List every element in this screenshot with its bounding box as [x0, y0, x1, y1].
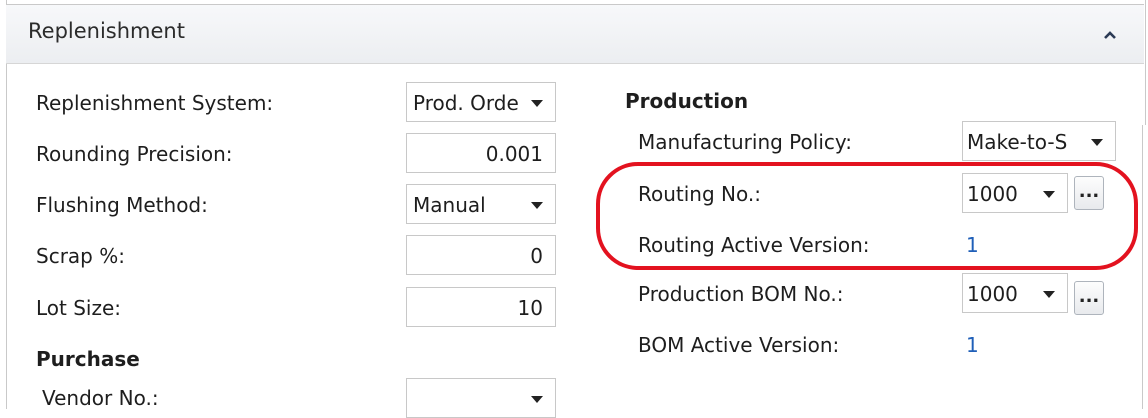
replenishment-system-select[interactable]: Prod. Orde [406, 82, 556, 122]
production-bom-no-value: 1000 [967, 282, 1018, 306]
rounding-precision-label: Rounding Precision: [36, 142, 233, 166]
chevron-down-icon [531, 396, 543, 403]
flushing-method-value: Manual [413, 193, 486, 217]
scrap-field[interactable]: 0 [406, 235, 556, 275]
chevron-down-icon [531, 202, 543, 209]
chevron-down-icon [531, 100, 543, 107]
replenishment-system-label: Replenishment System: [36, 91, 274, 115]
lot-size-value: 10 [517, 296, 543, 320]
flushing-method-select[interactable]: Manual [406, 184, 556, 224]
manufacturing-policy-label: Manufacturing Policy: [638, 130, 852, 154]
bom-active-version-label: BOM Active Version: [638, 333, 840, 357]
rounding-precision-field[interactable]: 0.001 [406, 133, 556, 173]
production-bom-no-lookup-button[interactable]: ... [1074, 281, 1104, 315]
side-panel-edge [1142, 125, 1148, 409]
manufacturing-policy-select[interactable]: Make-to-S [962, 121, 1116, 161]
vendor-no-select[interactable] [406, 378, 556, 418]
production-bom-no-label: Production BOM No.: [638, 282, 844, 306]
manufacturing-policy-value: Make-to-S [967, 130, 1068, 154]
chevron-up-icon[interactable] [1102, 29, 1118, 41]
lot-size-field[interactable]: 10 [406, 287, 556, 327]
panel-title: Replenishment [28, 19, 185, 43]
purchase-group-title: Purchase [36, 347, 140, 371]
panel-header[interactable]: Replenishment [6, 4, 1144, 64]
production-group-title: Production [625, 89, 749, 113]
chevron-down-icon [1043, 291, 1055, 298]
lot-size-label: Lot Size: [36, 296, 122, 320]
production-bom-no-select[interactable]: 1000 [962, 273, 1068, 313]
flushing-method-label: Flushing Method: [36, 193, 208, 217]
routing-highlight-annotation [596, 162, 1138, 270]
bom-active-version-link[interactable]: 1 [966, 333, 979, 357]
scrap-label: Scrap %: [36, 244, 125, 268]
scrap-value: 0 [530, 244, 543, 268]
replenishment-system-value: Prod. Orde [413, 91, 519, 115]
rounding-precision-value: 0.001 [485, 142, 543, 166]
chevron-down-icon [1091, 139, 1103, 146]
vendor-no-label: Vendor No.: [42, 386, 159, 410]
